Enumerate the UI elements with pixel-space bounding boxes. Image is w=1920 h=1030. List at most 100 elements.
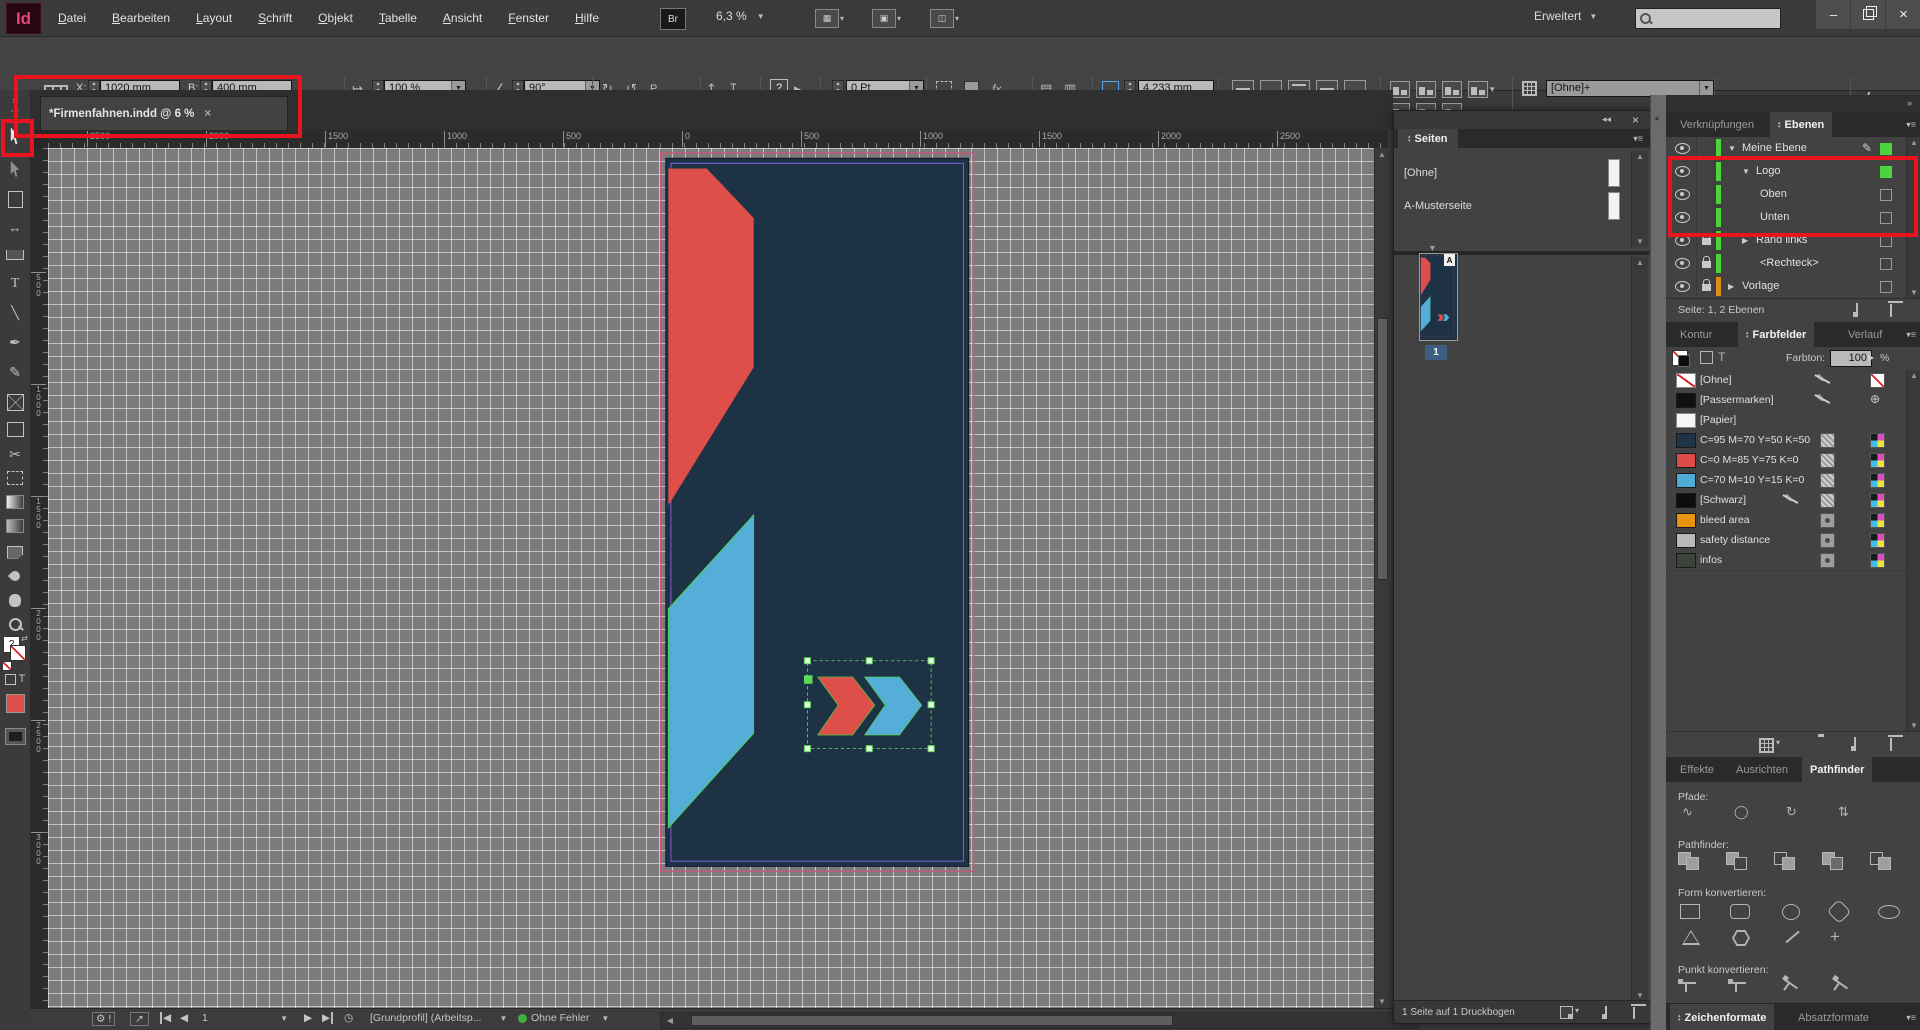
pen-tool-icon[interactable]: ✒ <box>0 328 30 356</box>
formatting-text-icon[interactable]: T <box>1718 350 1725 364</box>
swatch-row[interactable]: [Ohne]✎ <box>1666 370 1906 391</box>
layer-row-rand-links[interactable]: ▶Rand links <box>1666 229 1906 253</box>
export-icon[interactable]: ↗ <box>130 1012 149 1026</box>
vertical-scrollbar[interactable]: ▲ ▼ <box>1374 148 1389 1008</box>
path-op-icon[interactable]: ⇅ <box>1838 804 1849 820</box>
panel-menu-icon[interactable]: ▾≡ <box>1633 133 1643 144</box>
scroll-up-icon[interactable]: ▲ <box>1907 371 1920 380</box>
visibility-eye-icon[interactable] <box>1675 258 1690 269</box>
next-page-icon[interactable]: ▶ <box>304 1012 312 1024</box>
tab-verknuepfungen[interactable]: Verknüpfungen <box>1680 119 1754 131</box>
path-op-icon[interactable]: ∿ <box>1682 804 1693 820</box>
lock-icon[interactable] <box>1702 238 1711 245</box>
scroll-up-icon[interactable]: ▲ <box>1632 258 1648 267</box>
swatch-row[interactable]: [Passermarken]⊕✎ <box>1666 390 1906 411</box>
tab-verlauf[interactable]: Verlauf <box>1848 329 1882 341</box>
swatch-row[interactable]: [Papier] <box>1666 410 1906 431</box>
tab-ausrichten[interactable]: Ausrichten <box>1736 764 1788 776</box>
panel-menu-icon[interactable]: ▾≡ <box>1906 1012 1916 1023</box>
layer-selected-indicator[interactable] <box>1880 143 1892 155</box>
visibility-eye-icon[interactable] <box>1675 281 1690 292</box>
convert-line-icon[interactable] <box>1785 931 1799 943</box>
preflight-icon[interactable]: ⚙ ! <box>92 1012 115 1026</box>
restore-button[interactable] <box>1850 0 1886 29</box>
panel-menu-icon[interactable]: ▾≡ <box>1906 329 1916 340</box>
pasteboard[interactable] <box>48 148 1374 1008</box>
menu-bearbeiten[interactable]: Bearbeiten <box>112 11 170 25</box>
disclosure-icon[interactable]: ▼ <box>1742 167 1750 176</box>
new-layer-icon[interactable] <box>1856 304 1858 316</box>
layers-scrollbar[interactable]: ▲ ▼ <box>1906 137 1920 298</box>
swatch-row[interactable]: safety distance <box>1666 530 1906 551</box>
collapse-dock-icon[interactable]: ◂ <box>1654 113 1659 124</box>
layer-row-unten[interactable]: Unten <box>1666 206 1906 230</box>
last-page-icon[interactable]: ▶ <box>322 1012 333 1024</box>
convert-point-icon[interactable] <box>1778 978 1798 997</box>
screen-mode-icon[interactable]: ◫ <box>930 9 954 28</box>
master-thumbnail[interactable] <box>1608 159 1620 187</box>
scroll-up-icon[interactable]: ▲ <box>1907 138 1920 147</box>
layer-selected-indicator[interactable] <box>1880 189 1892 201</box>
direct-selection-tool-icon[interactable] <box>0 155 30 183</box>
gradient-feather-tool-icon[interactable] <box>0 514 30 538</box>
disclosure-icon[interactable]: ▶ <box>1728 282 1734 291</box>
layer-selected-indicator[interactable] <box>1880 281 1892 293</box>
path-op-icon[interactable]: ↻ <box>1786 804 1797 820</box>
swatch-row[interactable]: C=95 M=70 Y=50 K=50 <box>1666 430 1906 451</box>
first-page-icon[interactable]: ◀ <box>160 1012 171 1024</box>
panel-menu-icon[interactable]: ▾≡ <box>1906 119 1916 130</box>
swatch-row[interactable]: bleed area <box>1666 510 1906 531</box>
edit-spread-icon[interactable]: ▾ <box>1560 1006 1579 1019</box>
document-tab[interactable]: *Firmenfahnen.indd @ 6 % × <box>40 96 288 131</box>
tab-absatzformate[interactable]: Absatzformate <box>1798 1012 1869 1024</box>
page-tool-icon[interactable] <box>0 186 30 212</box>
close-tab-icon[interactable]: × <box>204 108 211 120</box>
gradient-swatch-tool-icon[interactable] <box>0 490 30 514</box>
convert-shape-icon[interactable] <box>1730 904 1750 919</box>
visibility-eye-icon[interactable] <box>1675 166 1690 177</box>
convert-polygon-icon[interactable] <box>1732 930 1750 946</box>
tint-field[interactable]: 100 <box>1830 350 1872 367</box>
scroll-down-icon[interactable]: ▼ <box>1632 991 1648 1000</box>
preflight-profile-dropdown[interactable]: [Grundprofil] (Arbeitsp... ▼ <box>370 1012 507 1024</box>
master-row[interactable]: [Ohne] <box>1394 156 1634 189</box>
layer-row-oben[interactable]: Oben <box>1666 183 1906 207</box>
content-collector-tool-icon[interactable] <box>0 242 30 268</box>
lock-icon[interactable] <box>1702 261 1711 268</box>
disclosure-icon[interactable]: ▼ <box>1728 144 1736 153</box>
zoom-tool-icon[interactable] <box>0 612 30 636</box>
menu-datei[interactable]: Datei <box>58 11 86 25</box>
toolbar-grip-icon[interactable]: ⋯ <box>0 106 30 116</box>
align-icon[interactable] <box>1442 81 1462 98</box>
swatch-row[interactable]: C=0 M=85 Y=75 K=0 <box>1666 450 1906 471</box>
master-row[interactable]: A-Musterseite <box>1394 189 1634 222</box>
layer-selected-indicator[interactable] <box>1880 258 1892 270</box>
layer-selected-indicator[interactable] <box>1880 166 1892 178</box>
close-panel-icon[interactable]: × <box>1632 113 1639 127</box>
layer-row--rechteck-[interactable]: <Rechteck> <box>1666 252 1906 276</box>
apply-color-icon[interactable] <box>0 690 30 716</box>
tab-ebenen[interactable]: ▴▾Ebenen <box>1770 112 1832 137</box>
delete-page-icon[interactable] <box>1633 1007 1635 1018</box>
fill-stroke-proxy-icon[interactable]: ?⇄ <box>0 634 30 674</box>
align-icon[interactable] <box>1390 81 1410 98</box>
selection-tool-icon[interactable] <box>0 120 30 152</box>
horizontal-ruler[interactable]: 250020001500100050005001000150020002500 <box>48 130 1388 149</box>
menu-hilfe[interactable]: Hilfe <box>575 11 599 25</box>
eyedropper-tool-icon[interactable] <box>0 564 30 588</box>
tab-seiten[interactable]: ▴▾ Seiten <box>1398 129 1458 148</box>
scroll-up-icon[interactable]: ▲ <box>1632 152 1648 161</box>
scroll-down-icon[interactable]: ▼ <box>1632 237 1648 246</box>
layer-row-meine-ebene[interactable]: ▼Meine Ebene✎ <box>1666 137 1906 161</box>
gap-tool-icon[interactable]: ↔ <box>0 214 30 240</box>
scroll-down-icon[interactable]: ▼ <box>1907 721 1920 730</box>
rectangle-tool-icon[interactable] <box>0 416 30 442</box>
screen-mode-icon[interactable] <box>0 724 30 748</box>
expand-panels-icon[interactable]: » <box>1907 98 1912 108</box>
convert-shape-icon[interactable] <box>1680 904 1700 919</box>
frame-tool-icon[interactable] <box>0 388 30 416</box>
page-number-dropdown[interactable]: 1▼ <box>202 1012 288 1024</box>
convert-point-icon[interactable] <box>1828 978 1848 997</box>
search-input[interactable] <box>1635 8 1781 29</box>
swatch-row[interactable]: C=70 M=10 Y=15 K=0 <box>1666 470 1906 491</box>
